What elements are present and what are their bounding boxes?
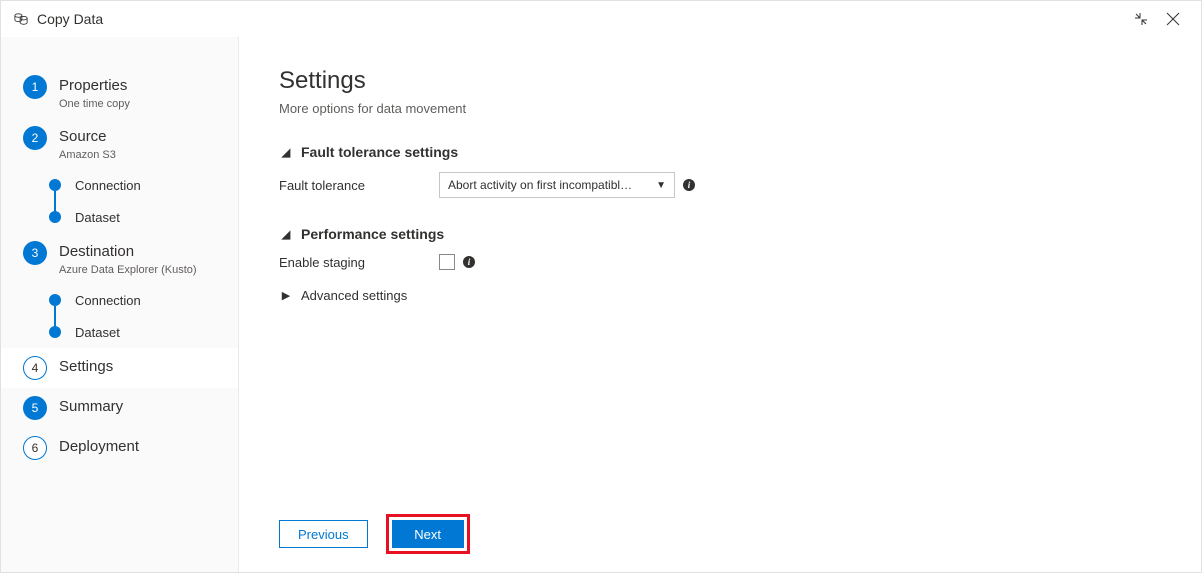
step-label: Destination bbox=[59, 241, 197, 263]
section-heading: Advanced settings bbox=[301, 288, 407, 303]
step-destination[interactable]: 3 Destination Azure Data Explorer (Kusto… bbox=[1, 233, 238, 284]
substep-source-connection[interactable]: Connection bbox=[49, 169, 238, 201]
substep-label: Dataset bbox=[75, 210, 120, 225]
step-label: Deployment bbox=[59, 436, 139, 458]
step-properties[interactable]: 1 Properties One time copy bbox=[1, 67, 238, 118]
step-settings[interactable]: 4 Settings bbox=[1, 348, 238, 388]
substep-dot-icon bbox=[49, 326, 61, 338]
step-label: Source bbox=[59, 126, 116, 148]
step-number-badge: 2 bbox=[23, 126, 47, 150]
substep-dot-icon bbox=[49, 179, 61, 191]
step-number-badge: 3 bbox=[23, 241, 47, 265]
next-button[interactable]: Next bbox=[392, 520, 464, 548]
minimize-icon[interactable] bbox=[1125, 3, 1157, 35]
step-sublabel: Amazon S3 bbox=[59, 149, 116, 161]
fault-tolerance-label: Fault tolerance bbox=[279, 178, 439, 193]
section-heading: Performance settings bbox=[301, 226, 444, 242]
step-label: Properties bbox=[59, 75, 130, 97]
step-number-badge: 1 bbox=[23, 75, 47, 99]
disclosure-right-icon: ▶ bbox=[279, 289, 293, 302]
info-icon[interactable]: i bbox=[683, 179, 695, 191]
wizard-footer: Previous Next bbox=[279, 520, 1161, 556]
substep-dot-icon bbox=[49, 294, 61, 306]
step-number-badge: 4 bbox=[23, 356, 47, 380]
substep-destination-connection[interactable]: Connection bbox=[49, 284, 238, 316]
main-panel: Settings More options for data movement … bbox=[239, 37, 1201, 572]
step-deployment[interactable]: 6 Deployment bbox=[1, 428, 238, 468]
substep-label: Connection bbox=[75, 293, 141, 308]
section-fault-tolerance[interactable]: ◢ Fault tolerance settings bbox=[279, 144, 1161, 160]
dialog-header: Copy Data bbox=[1, 1, 1201, 37]
dialog-title: Copy Data bbox=[37, 11, 1125, 27]
disclosure-down-icon: ◢ bbox=[279, 146, 293, 159]
previous-button[interactable]: Previous bbox=[279, 520, 368, 548]
enable-staging-label: Enable staging bbox=[279, 255, 439, 270]
step-number-badge: 6 bbox=[23, 436, 47, 460]
wizard-sidebar: 1 Properties One time copy 2 Source Amaz… bbox=[1, 37, 239, 572]
step-source[interactable]: 2 Source Amazon S3 bbox=[1, 118, 238, 169]
substep-destination-dataset[interactable]: Dataset bbox=[49, 316, 238, 348]
page-title: Settings bbox=[279, 67, 1161, 95]
step-label: Summary bbox=[59, 396, 123, 418]
chevron-down-icon: ▼ bbox=[656, 180, 666, 191]
disclosure-down-icon: ◢ bbox=[279, 228, 293, 241]
step-number-badge: 5 bbox=[23, 396, 47, 420]
step-label: Settings bbox=[59, 356, 113, 378]
section-performance[interactable]: ◢ Performance settings bbox=[279, 226, 1161, 242]
dropdown-value: Abort activity on first incompatibl… bbox=[448, 178, 632, 192]
info-icon[interactable]: i bbox=[463, 256, 475, 268]
step-sublabel: Azure Data Explorer (Kusto) bbox=[59, 264, 197, 276]
substep-source-dataset[interactable]: Dataset bbox=[49, 201, 238, 233]
fault-tolerance-dropdown[interactable]: Abort activity on first incompatibl… ▼ bbox=[439, 172, 675, 198]
section-advanced[interactable]: ▶ Advanced settings bbox=[279, 288, 1161, 303]
copy-data-icon bbox=[13, 11, 29, 27]
substep-label: Dataset bbox=[75, 325, 120, 340]
step-sublabel: One time copy bbox=[59, 98, 130, 110]
page-subtitle: More options for data movement bbox=[279, 101, 1161, 116]
step-summary[interactable]: 5 Summary bbox=[1, 388, 238, 428]
section-heading: Fault tolerance settings bbox=[301, 144, 458, 160]
substep-dot-icon bbox=[49, 211, 61, 223]
enable-staging-checkbox[interactable] bbox=[439, 254, 455, 270]
substep-label: Connection bbox=[75, 178, 141, 193]
close-icon[interactable] bbox=[1157, 3, 1189, 35]
